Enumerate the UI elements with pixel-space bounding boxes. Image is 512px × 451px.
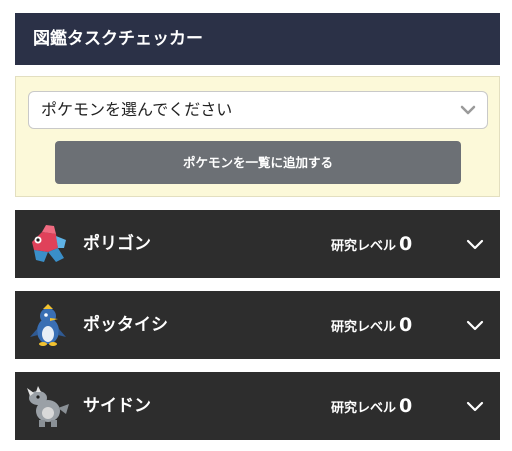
porygon-sprite-icon [32,225,66,262]
pokemon-select-value: ポケモンを選んでください [41,100,233,119]
research-level-label: 研究レベル [331,320,397,335]
research-level-value: 0 [399,233,413,255]
pokemon-row-rhydon[interactable]: サイドン 研究レベル 0 [15,372,500,440]
pokemon-name: ポリゴン [83,234,151,254]
pokemon-name: サイドン [83,396,151,416]
pokemon-row-prinplup[interactable]: ポッタイシ 研究レベル 0 [15,291,500,359]
chevron-down-icon[interactable] [466,316,484,334]
research-level: 研究レベル 0 [331,291,412,362]
pokemon-name: ポッタイシ [83,315,168,335]
research-level: 研究レベル 0 [331,210,412,281]
add-to-list-button[interactable]: ポケモンを一覧に追加する [55,141,461,184]
research-level: 研究レベル 0 [331,372,412,443]
pokemon-select[interactable]: ポケモンを選んでください [28,91,488,129]
research-level-label: 研究レベル [331,239,397,254]
rhydon-sprite-icon [27,386,69,427]
chevron-down-icon [460,105,476,115]
research-level-value: 0 [399,395,413,417]
pokemon-selector-panel: ポケモンを選んでください ポケモンを一覧に追加する [15,76,500,197]
prinplup-sprite-icon [30,304,66,346]
pokemon-row-porygon[interactable]: ポリゴン 研究レベル 0 [15,210,500,278]
page-title: 図鑑タスクチェッカー [33,29,203,49]
research-level-label: 研究レベル [331,401,397,416]
chevron-down-icon[interactable] [466,235,484,253]
chevron-down-icon[interactable] [466,397,484,415]
research-level-value: 0 [399,314,413,336]
app-header: 図鑑タスクチェッカー [15,13,500,65]
